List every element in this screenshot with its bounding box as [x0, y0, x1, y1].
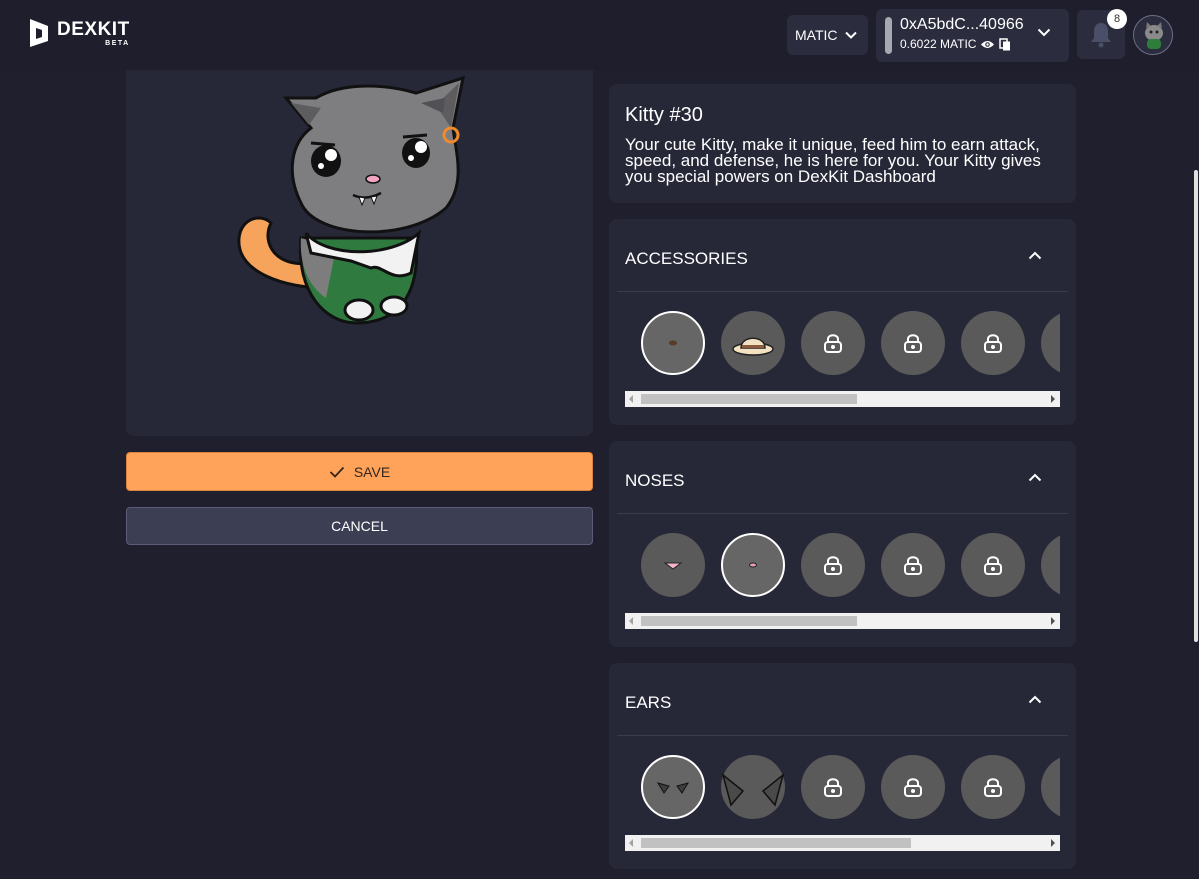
ears-section: EARS: [609, 663, 1076, 869]
network-label: MATIC: [795, 27, 838, 43]
kitty-description: Your cute Kitty, make it unique, feed hi…: [625, 135, 1041, 186]
dexkit-logo-icon: [30, 19, 48, 47]
lock-icon: [824, 556, 842, 575]
locked-nose-item[interactable]: [801, 533, 865, 597]
cancel-button[interactable]: CANCEL: [126, 507, 593, 545]
accessories-scrollbar[interactable]: [625, 391, 1060, 407]
wallet-indicator: [885, 17, 892, 54]
copy-icon[interactable]: [999, 37, 1011, 51]
chevron-down-icon: [844, 31, 857, 39]
logo-name: DEXKIT: [57, 18, 130, 40]
nose-item[interactable]: [721, 533, 785, 597]
wallet-balance-row: 0.6022 MATIC: [900, 37, 1011, 51]
wallet-selector[interactable]: 0xA5bdC...40966 0.6022 MATIC: [876, 9, 1069, 62]
locked-ear-item[interactable]: [961, 755, 1025, 819]
locked-nose-item[interactable]: [961, 533, 1025, 597]
lock-icon: [904, 778, 922, 797]
locked-nose-item[interactable]: [1041, 533, 1060, 597]
locked-ear-item[interactable]: [1041, 755, 1060, 819]
locked-accessory-item[interactable]: [881, 311, 945, 375]
chevron-down-icon[interactable]: [1037, 28, 1051, 37]
dexkit-logo[interactable]: DEXKIT BETA: [28, 17, 130, 49]
scroll-left-arrow[interactable]: [629, 617, 633, 625]
app-header: DEXKIT BETA MATIC 0xA5bdC...40966 0.6022…: [0, 0, 1199, 70]
locked-accessory-item[interactable]: [961, 311, 1025, 375]
kitty-image: [237, 75, 465, 325]
lock-icon: [904, 334, 922, 353]
accessory-item[interactable]: [641, 311, 705, 375]
section-title: EARS: [625, 693, 672, 712]
locked-ear-item[interactable]: [881, 755, 945, 819]
lock-icon: [824, 334, 842, 353]
ear-item[interactable]: [641, 755, 705, 819]
logo-beta-tag: BETA: [105, 39, 130, 47]
divider: [617, 735, 1068, 736]
section-title: ACCESSORIES: [625, 249, 748, 268]
nose-thumbnail: [749, 562, 757, 568]
scroll-left-arrow[interactable]: [629, 395, 633, 403]
ear-item[interactable]: [721, 755, 785, 819]
wallet-balance: 0.6022 MATIC: [900, 37, 977, 51]
scroll-right-arrow[interactable]: [1051, 839, 1055, 847]
lock-icon: [984, 778, 1002, 797]
kitty-title: Kitty #30: [625, 104, 703, 126]
save-button[interactable]: SAVE: [126, 452, 593, 491]
noses-scrollbar[interactable]: [625, 613, 1060, 629]
lock-icon: [984, 556, 1002, 575]
scroll-thumb[interactable]: [641, 616, 857, 626]
avatar-kitty-image: [1145, 22, 1163, 49]
noses-section: NOSES: [609, 441, 1076, 647]
notification-badge: 8: [1107, 9, 1127, 29]
save-button-label: SAVE: [353, 463, 391, 480]
locked-ear-item[interactable]: [801, 755, 865, 819]
page-scrollbar[interactable]: [1194, 170, 1198, 642]
scroll-thumb[interactable]: [641, 394, 857, 404]
lock-icon: [984, 334, 1002, 353]
logo-text: DEXKIT BETA: [57, 20, 130, 47]
ears-list: [641, 755, 1060, 821]
chevron-up-icon[interactable]: [1028, 473, 1042, 482]
divider: [617, 291, 1068, 292]
chevron-up-icon[interactable]: [1028, 251, 1042, 260]
eye-icon[interactable]: [980, 39, 995, 50]
noses-list: [641, 533, 1060, 599]
locked-accessory-item[interactable]: [801, 311, 865, 375]
scroll-left-arrow[interactable]: [629, 839, 633, 847]
kitty-info-card: Kitty #30 Your cute Kitty, make it uniqu…: [609, 84, 1076, 203]
locked-accessory-item[interactable]: [1041, 311, 1060, 375]
accessories-list: [641, 311, 1060, 377]
scroll-thumb[interactable]: [641, 838, 911, 848]
hat-icon: [732, 337, 774, 356]
lock-icon: [824, 778, 842, 797]
nose-item[interactable]: [641, 533, 705, 597]
ear-thumbnail: [721, 772, 785, 807]
cancel-button-label: CANCEL: [331, 518, 388, 534]
section-title: NOSES: [625, 471, 685, 490]
avatar[interactable]: [1133, 15, 1173, 55]
scroll-right-arrow[interactable]: [1051, 395, 1055, 403]
chevron-up-icon[interactable]: [1028, 695, 1042, 704]
ears-scrollbar[interactable]: [625, 835, 1060, 851]
network-selector[interactable]: MATIC: [787, 15, 868, 55]
accessory-thumbnail: [669, 340, 677, 346]
accessories-section: ACCESSORIES: [609, 219, 1076, 425]
check-icon: [329, 466, 344, 478]
nose-thumbnail: [663, 562, 683, 570]
locked-nose-item[interactable]: [881, 533, 945, 597]
scroll-right-arrow[interactable]: [1051, 617, 1055, 625]
lock-icon: [904, 556, 922, 575]
ear-thumbnail: [656, 782, 690, 794]
accessory-item[interactable]: [721, 311, 785, 375]
divider: [617, 513, 1068, 514]
wallet-address: 0xA5bdC...40966: [900, 16, 1024, 33]
kitty-preview-panel: [126, 70, 593, 436]
